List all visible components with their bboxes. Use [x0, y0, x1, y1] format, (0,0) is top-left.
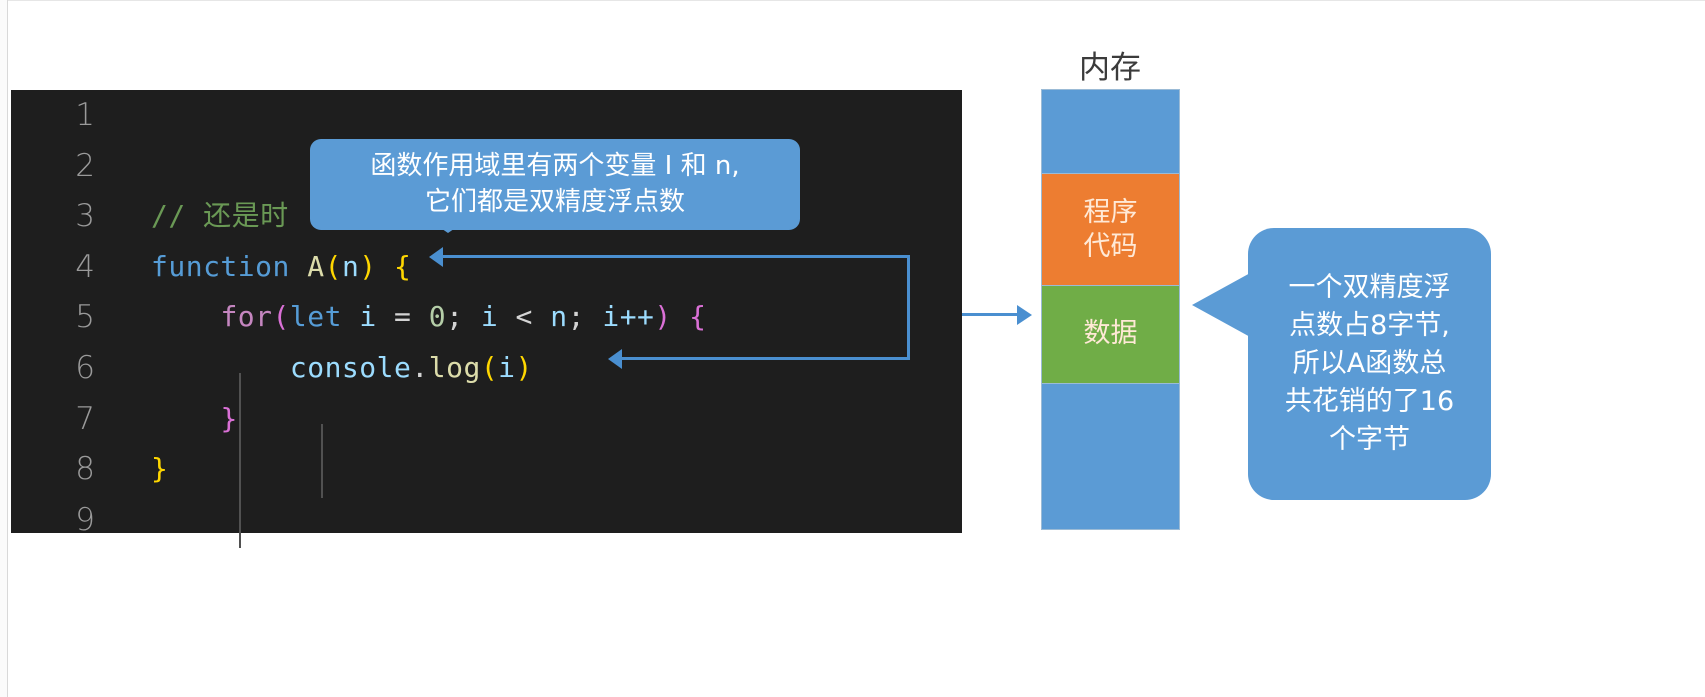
code-annotation-tooltip: 函数作用域里有两个变量 I 和 n, 它们都是双精度浮点数 — [310, 139, 800, 230]
line-number: 1 — [75, 97, 95, 133]
function-name: A — [307, 249, 325, 283]
paren-close: ) — [515, 350, 533, 384]
keyword-let: let — [289, 300, 342, 334]
callout-text: 一个双精度浮 点数占8字节, 所以A函数总 共花销的了16 个字节 — [1285, 269, 1454, 459]
memory-title: 内存 — [1079, 50, 1141, 86]
brace-open: { — [394, 249, 412, 283]
paren-close: ) — [359, 249, 377, 283]
diagram-canvas: 1 2 3 // 还是时 4 function A(n) { 5 for(let… — [0, 0, 1705, 697]
arrow-left-icon — [429, 247, 443, 267]
keyword-function: function — [151, 249, 290, 283]
indent-guide — [239, 373, 241, 548]
paren-open: ( — [272, 300, 290, 334]
tooltip-tail-icon — [426, 218, 470, 233]
line-number: 8 — [75, 451, 95, 488]
memory-segment-free-top — [1042, 90, 1179, 175]
var-i: i — [480, 300, 499, 334]
label-line-1: 程序 — [1083, 196, 1138, 228]
callout-line-4: 共花销的了16 — [1284, 386, 1455, 417]
operator-increment: i++ — [602, 300, 655, 334]
code-line-7: 7 } — [11, 394, 962, 445]
line-number: 9 — [75, 501, 95, 538]
keyword-for: for — [220, 300, 273, 334]
memory-segment-data: 数据 — [1042, 285, 1179, 384]
code-text: for(let i = 0; i < n; i++) { — [151, 292, 707, 343]
var-n: n — [550, 300, 568, 334]
code-line-8: 8 } — [11, 444, 962, 495]
code-text: console.log(i) — [151, 343, 533, 394]
var-i: i — [498, 350, 516, 384]
brace-open: { — [689, 300, 707, 334]
connector-line-top — [440, 255, 910, 258]
indent-guide — [321, 424, 323, 498]
code-line-4: 4 function A(n) { — [11, 242, 962, 293]
operator-assign: = — [394, 300, 412, 334]
callout-tail-icon — [1192, 272, 1252, 338]
memory-segment-label: 数据 — [1083, 318, 1138, 350]
code-text: } — [151, 444, 168, 495]
code-line-9: 9 — [11, 495, 962, 546]
arrow-left-icon — [608, 349, 622, 369]
line-number: 3 — [75, 198, 95, 235]
memory-segment-label: 程序 代码 — [1084, 196, 1138, 264]
dot: . — [411, 350, 429, 384]
paren-close: ) — [654, 300, 672, 334]
tooltip-line-2: 它们都是双精度浮点数 — [424, 187, 685, 217]
code-line-5: 5 for(let i = 0; i < n; i++) { — [11, 292, 962, 343]
callout-line-1: 一个双精度浮 — [1288, 272, 1451, 303]
method-log: log — [428, 350, 481, 384]
object-console: console — [289, 350, 412, 384]
line-number: 7 — [75, 400, 95, 437]
connector-line-right — [907, 255, 910, 360]
number-zero: 0 — [428, 300, 447, 334]
tooltip-line-1: 函数作用域里有两个变量 I 和 n, — [370, 151, 740, 181]
callout-line-2: 点数占8字节, — [1289, 310, 1450, 341]
paren-open: ( — [480, 350, 499, 384]
code-line-1: 1 — [11, 90, 962, 141]
comment-slashes: // — [151, 199, 204, 233]
left-divider — [0, 0, 8, 697]
comment-text: 还是时 — [203, 199, 289, 233]
memory-segment-program-code: 程序 代码 — [1042, 174, 1179, 286]
line-number: 2 — [75, 147, 95, 184]
label-line-2: 代码 — [1083, 230, 1138, 262]
code-text: } — [151, 394, 238, 445]
top-divider — [0, 0, 1705, 1]
line-number: 5 — [75, 299, 95, 336]
line-number: 6 — [75, 349, 95, 386]
connector-line-to-memory — [962, 313, 1019, 316]
memory-segment-free-bottom — [1042, 383, 1179, 529]
code-text: // 还是时 — [151, 191, 289, 242]
memory-callout: 一个双精度浮 点数占8字节, 所以A函数总 共花销的了16 个字节 — [1248, 228, 1491, 500]
connector-line-bottom — [620, 357, 910, 360]
var-i: i — [359, 300, 377, 334]
code-text: function A(n) { — [151, 242, 411, 293]
arrow-right-icon — [1017, 305, 1032, 325]
brace-close: } — [151, 452, 169, 486]
code-line-6: 6 console.log(i) — [11, 343, 962, 394]
line-number: 4 — [75, 248, 95, 285]
semicolon: ; — [567, 300, 585, 334]
paren-open: ( — [324, 249, 342, 283]
callout-line-5: 个字节 — [1328, 424, 1410, 455]
memory-column: 程序 代码 数据 — [1041, 89, 1180, 530]
brace-close: } — [220, 401, 238, 435]
operator-less-than: < — [515, 300, 533, 334]
callout-line-3: 所以A函数总 — [1292, 348, 1447, 379]
semicolon: ; — [446, 300, 464, 334]
param-n: n — [341, 249, 360, 283]
